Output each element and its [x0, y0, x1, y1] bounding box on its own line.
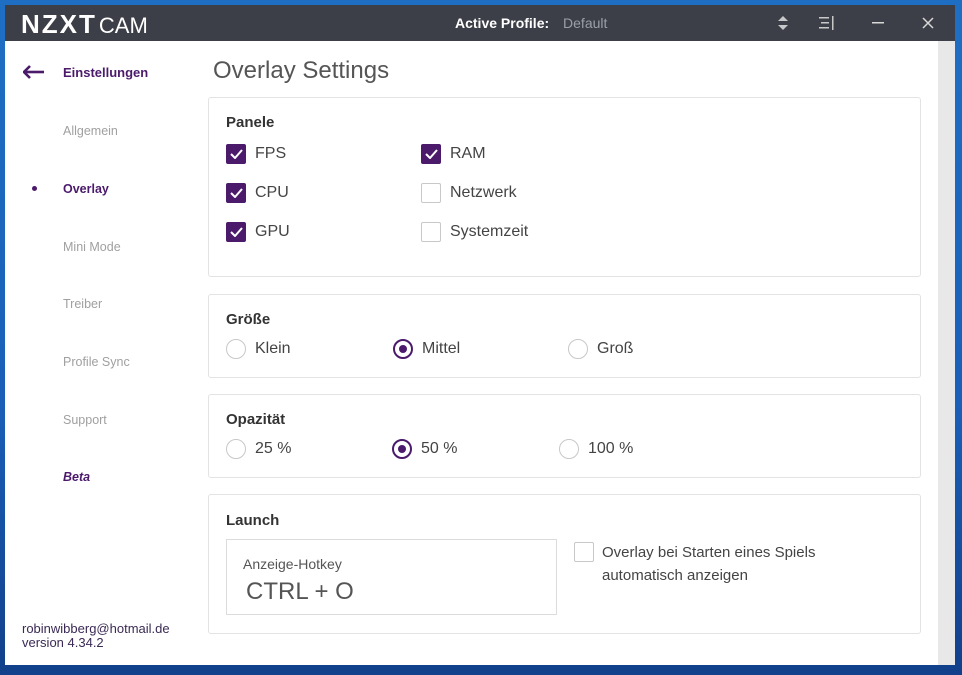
checkbox-auto-show-box[interactable]	[574, 542, 594, 562]
hotkey-label: Anzeige-Hotkey	[243, 556, 342, 572]
checkbox-systemzeit-label: Systemzeit	[450, 223, 529, 240]
radio-opacity-100-circle[interactable]	[559, 439, 579, 459]
checkbox-fps-label: FPS	[255, 145, 287, 162]
hotkey-value: CTRL + O	[246, 578, 354, 605]
checkbox-systemzeit-box[interactable]	[421, 222, 441, 242]
logo-cam: CAM	[98, 13, 148, 38]
active-indicator-dot	[32, 186, 37, 191]
close-icon[interactable]	[908, 5, 948, 41]
active-profile-value: Default	[563, 15, 608, 31]
checkbox-gpu[interactable]: GPU	[226, 222, 290, 242]
radio-opacity-50-circle[interactable]	[392, 439, 412, 459]
size-card: Größe Klein Mittel Groß	[208, 294, 921, 378]
radio-opacity-25-circle[interactable]	[226, 439, 246, 459]
menu-icon[interactable]	[807, 5, 847, 41]
checkbox-ram-label: RAM	[450, 145, 486, 162]
sidebar-item-mini-mode[interactable]: Mini Mode	[63, 240, 121, 254]
launch-card: Launch Anzeige-Hotkey CTRL + O Overlay b…	[208, 494, 921, 634]
opacity-card: Opazität 25 % 50 % 100 %	[208, 394, 921, 478]
checkbox-cpu-label: CPU	[255, 184, 289, 201]
title-bar: NZXT CAM Active Profile: Default	[5, 5, 955, 41]
logo-nzxt: NZXT	[21, 9, 97, 39]
radio-size-klein-circle[interactable]	[226, 339, 246, 359]
sidebar: Einstellungen Allgemein Overlay Mini Mod…	[5, 41, 205, 665]
checkbox-cpu-box[interactable]	[226, 183, 246, 203]
back-arrow-icon[interactable]	[22, 65, 45, 79]
minimize-icon[interactable]	[858, 5, 898, 41]
radio-opacity-50[interactable]: 50 %	[392, 439, 457, 459]
radio-size-gross-label: Groß	[597, 340, 634, 357]
panels-card: Panele FPS CPU GPU RAM Netzwerk Systemze…	[208, 97, 921, 277]
hotkey-field[interactable]: Anzeige-Hotkey CTRL + O	[226, 539, 557, 615]
opacity-title: Opazität	[226, 411, 286, 428]
radio-opacity-25[interactable]: 25 %	[226, 439, 291, 459]
sidebar-item-support[interactable]: Support	[63, 413, 107, 427]
checkbox-netzwerk-box[interactable]	[421, 183, 441, 203]
radio-opacity-100[interactable]: 100 %	[559, 439, 633, 459]
active-profile-label: Active Profile:	[455, 15, 550, 31]
radio-opacity-100-label: 100 %	[588, 440, 634, 457]
radio-size-klein[interactable]: Klein	[226, 339, 291, 359]
checkbox-netzwerk[interactable]: Netzwerk	[421, 183, 517, 203]
main-content: Overlay Settings Panele FPS CPU GPU RAM	[205, 41, 938, 665]
auto-show-line-1: Overlay bei Starten eines Spiels	[602, 544, 816, 561]
checkbox-cpu[interactable]: CPU	[226, 183, 289, 203]
sidebar-item-treiber[interactable]: Treiber	[63, 297, 102, 311]
vertical-scrollbar[interactable]	[938, 41, 955, 665]
radio-size-mittel-label: Mittel	[422, 340, 461, 357]
radio-size-gross[interactable]: Groß	[568, 339, 633, 359]
checkbox-fps[interactable]: FPS	[226, 144, 286, 164]
checkbox-gpu-box[interactable]	[226, 222, 246, 242]
sidebar-item-allgemein[interactable]: Allgemein	[63, 124, 118, 138]
profile-sort-icon[interactable]	[763, 5, 803, 41]
nzxt-cam-logo: NZXT CAM	[21, 9, 148, 39]
app-window: NZXT CAM Active Profile: Default Einstel…	[5, 5, 955, 665]
radio-opacity-50-label: 50 %	[421, 440, 458, 457]
app-version: version 4.34.2	[22, 635, 104, 650]
checkbox-ram-box[interactable]	[421, 144, 441, 164]
checkbox-gpu-label: GPU	[255, 223, 290, 240]
checkbox-systemzeit[interactable]: Systemzeit	[421, 222, 528, 242]
sidebar-item-overlay[interactable]: Overlay	[63, 182, 109, 196]
sidebar-title[interactable]: Einstellungen	[63, 65, 148, 80]
checkbox-netzwerk-label: Netzwerk	[450, 184, 517, 201]
page-title: Overlay Settings	[213, 57, 390, 84]
checkbox-ram[interactable]: RAM	[421, 144, 486, 164]
checkbox-fps-box[interactable]	[226, 144, 246, 164]
auto-show-line-2: automatisch anzeigen	[602, 567, 748, 584]
panels-title: Panele	[226, 114, 275, 131]
radio-size-gross-circle[interactable]	[568, 339, 588, 359]
active-profile-selector[interactable]: Active Profile: Default	[455, 15, 607, 31]
checkbox-auto-show-overlay[interactable]: Overlay bei Starten eines Spiels automat…	[574, 541, 815, 587]
user-email: robinwibberg@hotmail.de	[22, 621, 170, 636]
launch-title: Launch	[226, 512, 280, 529]
radio-size-mittel[interactable]: Mittel	[393, 339, 460, 359]
checkbox-auto-show-label: Overlay bei Starten eines Spiels automat…	[602, 541, 815, 587]
sidebar-item-profile-sync[interactable]: Profile Sync	[63, 355, 130, 369]
size-title: Größe	[226, 311, 271, 328]
radio-size-mittel-circle[interactable]	[393, 339, 413, 359]
sidebar-item-beta[interactable]: Beta	[63, 470, 90, 484]
radio-size-klein-label: Klein	[255, 340, 291, 357]
radio-opacity-25-label: 25 %	[255, 440, 292, 457]
